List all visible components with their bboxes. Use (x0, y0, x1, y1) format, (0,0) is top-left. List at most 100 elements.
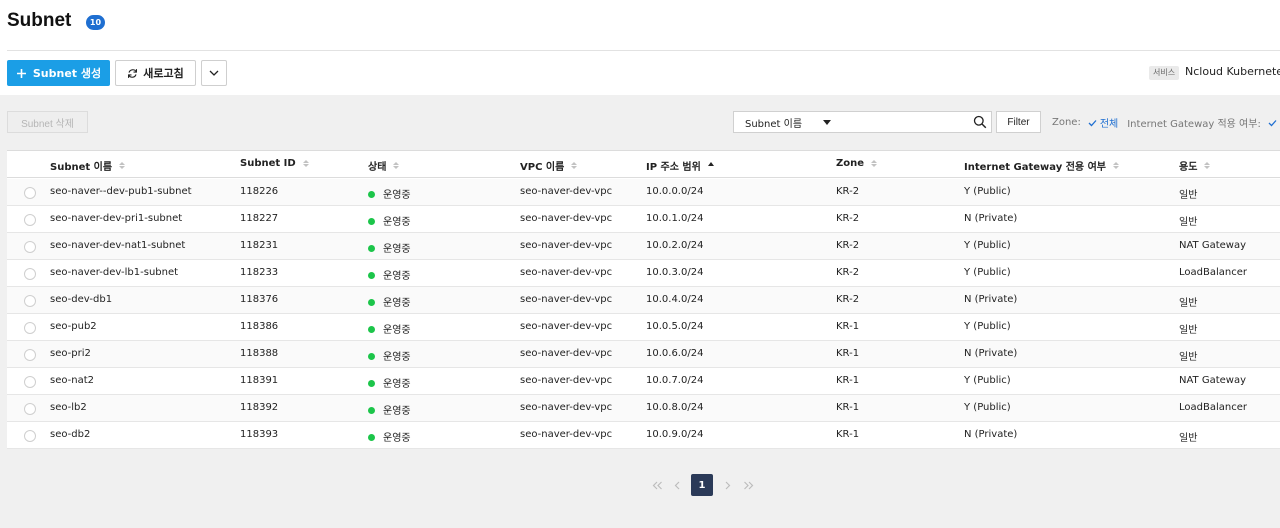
cell-subnet-id: 118391 (240, 375, 278, 386)
cell-status: 운영중 (368, 240, 411, 255)
search-input[interactable] (841, 111, 992, 133)
table-row[interactable]: seo-pub2 118386 운영중 seo-naver-dev-vpc 10.0.5… (7, 314, 1280, 341)
cell-subnet-name: seo-db2 (50, 429, 90, 440)
cell-zone: KR-2 (836, 240, 859, 251)
column-header-ip-range[interactable]: IP 주소 범위 (646, 158, 714, 173)
column-header-status[interactable]: 상태 (368, 158, 400, 173)
row-select-radio[interactable] (24, 295, 36, 307)
cell-text: N (Private) (964, 348, 1018, 359)
filter-button[interactable]: Filter (996, 111, 1041, 133)
cell-zone: KR-1 (836, 375, 859, 386)
cell-text: LoadBalancer (1179, 402, 1247, 413)
table-row[interactable]: seo-dev-db1 118376 운영중 seo-naver-dev-vpc 10.… (7, 287, 1280, 314)
cell-ip-range: 10.0.4.0/24 (646, 294, 703, 305)
row-select-radio[interactable] (24, 214, 36, 226)
sort-icon[interactable] (871, 160, 878, 167)
cell-status: 운영중 (368, 267, 411, 282)
row-select-radio[interactable] (24, 268, 36, 280)
cell-vpc-name: seo-naver-dev-vpc (520, 186, 612, 197)
cell-igw-public: Y (Public) (964, 267, 1011, 278)
table-row[interactable]: seo-db2 118393 운영중 seo-naver-dev-vpc 10.0.9.… (7, 422, 1280, 449)
cell-vpc-name: seo-naver-dev-vpc (520, 321, 612, 332)
cell-text: seo-naver-dev-nat1-subnet (50, 240, 186, 251)
refresh-button[interactable]: 새로고침 (115, 60, 196, 86)
cell-status: 운영중 (368, 348, 411, 363)
delete-subnet-button[interactable]: Subnet 삭제 (7, 111, 88, 133)
row-select-radio[interactable] (24, 322, 36, 334)
sort-icon[interactable] (707, 161, 714, 170)
cell-text: 10.0.9.0/24 (646, 429, 704, 440)
row-select-radio[interactable] (24, 187, 36, 199)
table-row[interactable]: seo-naver-dev-pri1-subnet 118227 운영중 seo-na… (7, 206, 1280, 233)
page-1-button[interactable]: 1 (691, 474, 713, 496)
column-header-subnet-id[interactable]: Subnet ID (240, 158, 309, 169)
row-select-radio[interactable] (24, 403, 36, 415)
last-page-button[interactable] (739, 474, 757, 496)
cell-text: 일반 (1179, 190, 1198, 201)
more-actions-button[interactable] (201, 60, 227, 86)
sort-icon[interactable] (393, 162, 400, 169)
row-select-radio[interactable] (24, 349, 36, 361)
cell-text: seo-nat2 (50, 375, 95, 386)
column-header-usage[interactable]: 용도 (1179, 158, 1211, 173)
first-page-button[interactable] (648, 474, 666, 496)
page-header: Subnet 10 Subnet 생성 새로고침 서비스 Ncloud Kube… (0, 0, 1280, 95)
prev-page-button[interactable] (670, 474, 684, 496)
cell-text: 운영중 (383, 298, 411, 309)
sort-icon[interactable] (1112, 162, 1119, 169)
status-dot-icon (368, 191, 375, 198)
sort-icon[interactable] (571, 162, 578, 169)
zone-filter-value[interactable]: 전체 (1100, 115, 1118, 130)
cell-status: 운영중 (368, 186, 411, 201)
column-header-vpc-name[interactable]: VPC 이름 (520, 158, 578, 173)
row-select-radio[interactable] (24, 241, 36, 253)
cell-subnet-name: seo-pri2 (50, 348, 91, 359)
cell-text: 운영중 (383, 190, 411, 201)
create-subnet-button[interactable]: Subnet 생성 (7, 60, 110, 86)
double-chevron-right-icon (743, 481, 753, 489)
table-row[interactable]: seo-lb2 118392 운영중 seo-naver-dev-vpc 10.0.8.… (7, 395, 1280, 422)
cell-text: seo-naver--dev-pub1-subnet (50, 186, 192, 197)
igw-filter-label: Internet Gateway 적용 여부: (1127, 119, 1261, 130)
service-name[interactable]: Ncloud Kubernetes S (1185, 65, 1280, 78)
sort-icon[interactable] (1204, 162, 1211, 169)
cell-subnet-name: seo-lb2 (50, 402, 87, 413)
sort-icon[interactable] (119, 162, 126, 169)
table-row[interactable]: seo-naver--dev-pub1-subnet 118226 운영중 seo-n… (7, 179, 1280, 206)
search-field-select[interactable]: Subnet 이름 (733, 111, 842, 133)
cell-ip-range: 10.0.2.0/24 (646, 240, 703, 251)
status-dot-icon (368, 245, 375, 252)
table-row[interactable]: seo-pri2 118388 운영중 seo-naver-dev-vpc 10.0.6… (7, 341, 1280, 368)
column-header-subnet-name[interactable]: Subnet 이름 (50, 158, 126, 173)
table-row[interactable]: seo-nat2 118391 운영중 seo-naver-dev-vpc 10.0.7… (7, 368, 1280, 395)
cell-vpc-name: seo-naver-dev-vpc (520, 375, 612, 386)
cell-subnet-id: 118388 (240, 348, 278, 359)
sort-icon[interactable] (302, 160, 309, 167)
cell-igw-public: N (Private) (964, 429, 1017, 440)
cell-usage: LoadBalancer (1179, 267, 1247, 278)
cell-vpc-name: seo-naver-dev-vpc (520, 294, 612, 305)
cell-text: 10.0.5.0/24 (646, 321, 704, 332)
cell-text: seo-dev-db1 (50, 294, 113, 305)
cell-subnet-id: 118231 (240, 240, 278, 251)
cell-text: 10.0.4.0/24 (646, 294, 704, 305)
cell-usage: 일반 (1179, 321, 1197, 336)
column-header-zone[interactable]: Zone (836, 158, 878, 169)
search-icon[interactable] (973, 115, 987, 129)
column-header-igw-public[interactable]: Internet Gateway 전용 여부 (964, 158, 1119, 173)
cell-text: seo-naver-dev-vpc (520, 294, 613, 305)
cell-text: KR-1 (836, 375, 860, 386)
status-dot-icon (368, 380, 375, 387)
row-select-radio[interactable] (24, 430, 36, 442)
cell-text: seo-naver-dev-vpc (520, 348, 613, 359)
cell-subnet-name: seo-naver--dev-pub1-subnet (50, 186, 192, 197)
column-header-label: Zone (836, 158, 865, 169)
next-page-button[interactable] (721, 474, 735, 496)
cell-text: seo-naver-dev-vpc (520, 321, 613, 332)
table-row[interactable]: seo-naver-dev-nat1-subnet 118231 운영중 seo-na… (7, 233, 1280, 260)
row-select-radio[interactable] (24, 376, 36, 388)
cell-status: 운영중 (368, 294, 411, 309)
table-row[interactable]: seo-naver-dev-lb1-subnet 118233 운영중 seo-nav… (7, 260, 1280, 287)
cell-subnet-name: seo-dev-db1 (50, 294, 112, 305)
cell-text: 10.0.2.0/24 (646, 240, 704, 251)
